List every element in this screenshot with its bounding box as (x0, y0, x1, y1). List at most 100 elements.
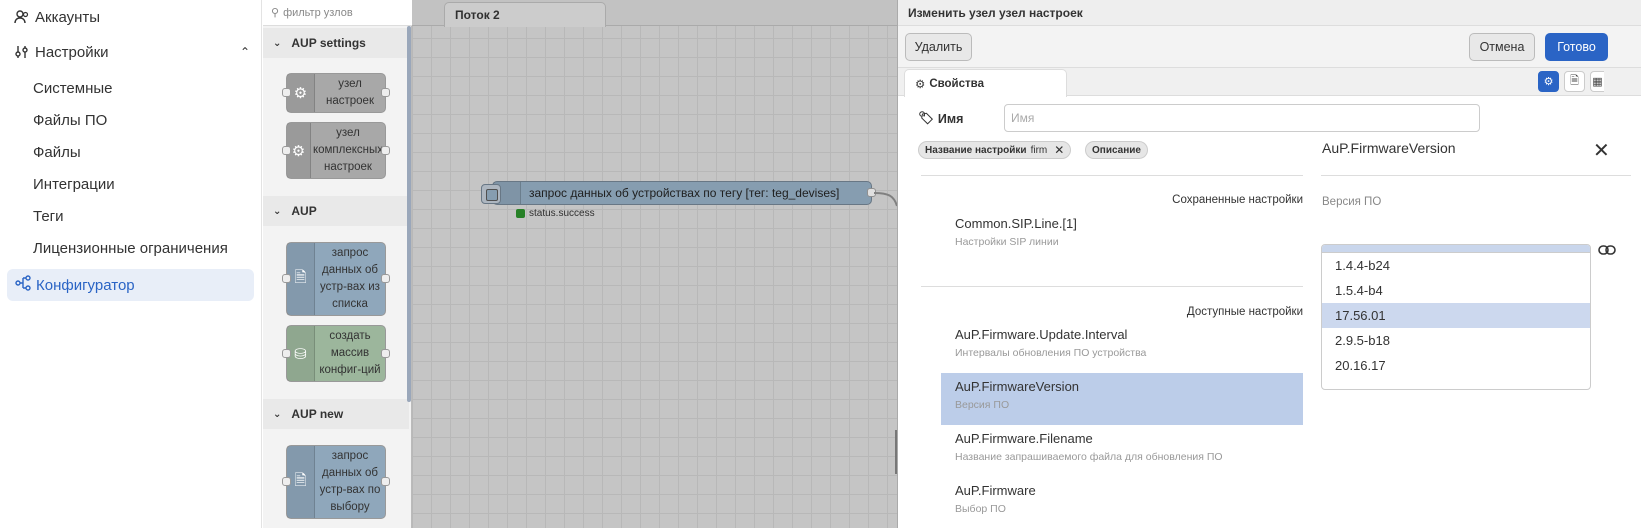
palette-filter-placeholder: фильтр узлов (283, 6, 353, 19)
nav-item-settings[interactable]: Настройки ⌃ (14, 38, 250, 66)
output-port[interactable] (381, 274, 390, 283)
close-icon[interactable]: ✕ (1054, 143, 1064, 157)
name-label: 🏷 Имя (918, 111, 963, 126)
palette-node-complex-settings[interactable]: ⚙ узел комплексных настроек (282, 122, 390, 179)
nav-sub-tags[interactable]: Теги (33, 208, 64, 225)
dropdown-option[interactable]: 1.4.4-b24 (1322, 253, 1590, 278)
tray-tabs: ⚙ Свойства (898, 68, 1641, 97)
output-port[interactable] (381, 145, 390, 155)
palette-node-create-array[interactable]: ⛁ создать массив конфиг-ций (282, 325, 390, 382)
dropdown-option[interactable]: 2.9.5-b18 (1322, 328, 1590, 353)
category-label: AUP (291, 204, 317, 218)
setting-desc: Выбор ПО (955, 503, 1006, 515)
appearance-button[interactable]: ▦ (1590, 71, 1604, 92)
flow-node-label: запрос данных об устройствах по тегу [те… (529, 186, 840, 200)
nav-sub-firmware-files[interactable]: Файлы ПО (33, 112, 107, 129)
output-port[interactable] (381, 348, 390, 358)
name-placeholder: Имя (1011, 111, 1035, 125)
file-icon: 🗎 (287, 243, 315, 315)
divider (921, 286, 1303, 287)
available-setting-item-selected[interactable]: AuP.FirmwareVersion Версия ПО (941, 373, 1303, 425)
chevron-down-icon: ⌄ (273, 408, 282, 420)
workspace-tabs: Поток 2 (412, 0, 897, 27)
gear-icon: ⚙ (287, 74, 315, 112)
nav-item-configurator[interactable]: Конфигуратор (7, 269, 254, 301)
setting-title: AuP.Firmware.Filename (955, 431, 1093, 446)
input-port[interactable] (282, 88, 291, 97)
search-icon: ⚲ (271, 7, 280, 19)
name-input[interactable]: Имя (1004, 104, 1480, 132)
close-icon[interactable]: ✕ (1593, 138, 1610, 163)
palette-scrollbar[interactable] (407, 26, 411, 402)
link-icon[interactable] (1598, 243, 1616, 261)
nav-sub-license-limits[interactable]: Лицензионные ограничения (33, 240, 228, 257)
gear-icon: ⚙ (915, 78, 926, 91)
chip-label: Описание (1092, 144, 1141, 156)
tab-properties[interactable]: ⚙ Свойства (904, 69, 1067, 97)
wire[interactable] (874, 186, 899, 216)
saved-setting-item[interactable]: Common.SIP.Line.[1] Настройки SIP линии (941, 210, 1303, 262)
users-icon (14, 9, 30, 25)
filter-chip-name[interactable]: Название настройки firm ✕ (918, 141, 1072, 159)
input-port[interactable] (282, 274, 291, 283)
palette-node-request-select[interactable]: 🗎 запрос данных об устр-вах по выбору (282, 445, 390, 519)
setting-desc: Настройки SIP линии (955, 236, 1059, 248)
node-label: узел комплексных настроек (312, 127, 384, 173)
description-doc-button[interactable]: 🗎 (1564, 71, 1585, 92)
input-port[interactable] (282, 477, 291, 486)
palette-category[interactable]: ⌄ AUP settings (263, 28, 409, 58)
nav-sub-system[interactable]: Системные (33, 80, 112, 97)
available-setting-item[interactable]: AuP.Firmware.Filename Название запрашива… (941, 425, 1303, 477)
tab-flow-2[interactable]: Поток 2 (444, 2, 606, 27)
palette-node-settings[interactable]: ⚙ узел настроек (282, 73, 390, 113)
available-setting-item[interactable]: AuP.Firmware.Update.Interval Интервалы о… (941, 321, 1303, 373)
status-dot-icon (516, 209, 525, 218)
nav-label: Аккаунты (35, 8, 101, 26)
palette-filter[interactable]: ⚲ фильтр узлов (263, 0, 412, 26)
flow-workspace[interactable]: Поток 2 запрос данных об устройствах по … (412, 0, 899, 528)
tag-icon: 🏷 (918, 111, 934, 125)
available-settings-title: Доступные настройки (1186, 306, 1303, 318)
output-port[interactable] (381, 477, 390, 486)
properties-gear-button[interactable]: ⚙ (1538, 71, 1559, 92)
saved-settings-title: Сохраненные настройки (1172, 194, 1303, 206)
chip-label: Название настройки (925, 144, 1027, 156)
cancel-button[interactable]: Отмена (1469, 33, 1535, 61)
database-icon: ⛁ (287, 326, 315, 381)
input-port[interactable] (282, 145, 291, 155)
divider (921, 175, 1303, 176)
node-label: запрос данных об устр-вах по выбору (319, 450, 381, 513)
available-setting-item[interactable]: AuP.Firmware Выбор ПО (941, 477, 1303, 529)
setting-desc: Интервалы обновления ПО устройства (955, 347, 1147, 359)
dropdown-option[interactable]: 20.16.17 (1322, 353, 1590, 378)
category-label: AUP settings (291, 36, 366, 50)
chevron-down-icon: ⌄ (273, 205, 282, 217)
nav-sub-files[interactable]: Файлы (33, 144, 81, 161)
firmware-version-dropdown[interactable]: 1.4.4-b24 1.5.4-b4 17.56.01 2.9.5-b18 20… (1321, 244, 1591, 390)
chevron-up-icon: ⌃ (239, 45, 250, 59)
chevron-down-icon: ⌄ (273, 37, 282, 49)
done-button[interactable]: Готово (1545, 33, 1608, 61)
setting-title: AuP.FirmwareVersion (955, 379, 1080, 394)
dropdown-option[interactable]: 1.5.4-b4 (1322, 278, 1590, 303)
output-port[interactable] (381, 88, 390, 97)
status-text: status.success (529, 208, 595, 219)
input-port[interactable] (282, 348, 291, 358)
node-label: узел настроек (326, 78, 374, 107)
flow-icon (15, 275, 31, 295)
delete-button[interactable]: Удалить (905, 33, 972, 61)
palette-category[interactable]: ⌄ AUP new (263, 399, 409, 429)
nav-item-accounts[interactable]: Аккаунты (14, 3, 100, 31)
setting-title: AuP.Firmware (955, 483, 1036, 498)
palette-category[interactable]: ⌄ AUP (263, 196, 409, 226)
dropdown-option-selected[interactable]: 17.56.01 (1322, 303, 1590, 328)
setting-desc: Название запрашиваемого файла для обновл… (955, 451, 1223, 463)
nav-sub-integrations[interactable]: Интеграции (33, 176, 115, 193)
tray-toolbar: Удалить Отмена Готово (898, 26, 1641, 68)
inject-button[interactable] (481, 184, 501, 204)
palette-node-request-list[interactable]: 🗎 запрос данных об устр-вах из списка (282, 242, 390, 316)
filter-chip-description[interactable]: Описание (1085, 141, 1148, 159)
flow-node-request-by-tag[interactable]: запрос данных об устройствах по тегу [те… (481, 181, 876, 205)
file-icon: 🗎 (287, 446, 315, 518)
node-status: status.success (516, 208, 595, 219)
